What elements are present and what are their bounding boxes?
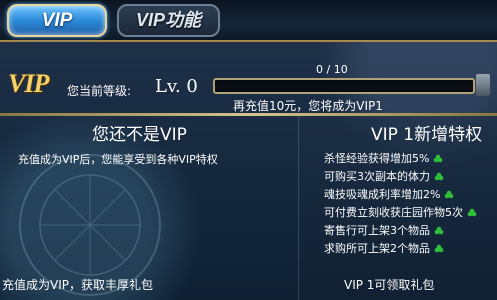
green-clover-icon <box>467 208 477 217</box>
level-label: 您当前等级: <box>67 84 132 98</box>
green-clover-icon <box>434 226 444 235</box>
green-clover-icon <box>434 154 443 163</box>
vip-logo: VIP <box>8 69 49 98</box>
perk-item: 寄售行可上架3个物品 <box>324 222 477 240</box>
perk-list: 杀怪经验获得增加5% 可购买3次副本的体力 魂技吸魂成利率增加2% 可付费立刻收… <box>324 150 477 258</box>
vip1-gift-link[interactable]: VIP 1可领取礼包 <box>344 276 434 293</box>
green-clover-icon <box>434 244 444 253</box>
recharge-gift-link[interactable]: 充值成为VIP，获取丰厚礼包 <box>2 276 153 293</box>
tab-vip-functions[interactable]: VIP功能 <box>117 4 220 37</box>
green-clover-icon <box>434 172 444 181</box>
perk-item: 可购买3次副本的体力 <box>324 168 477 186</box>
perk-item: 求购所可上架2个物品 <box>324 240 477 258</box>
progress-text: 0 / 10 <box>316 63 348 76</box>
recharge-hint: 再充值10元，您将成为VIP1 <box>233 99 383 113</box>
vip1-perks-title: VIP 1新增特权 <box>371 125 483 145</box>
vip-progress-bar <box>213 78 475 94</box>
non-vip-description: 充值成为VIP后，您能享受到各种VIP特权 <box>18 153 218 166</box>
perk-item: 魂技吸魂成利率增加2% <box>324 186 477 204</box>
perk-item: 可付费立刻收获庄园作物5次 <box>324 204 477 222</box>
level-value: Lv. 0 <box>155 76 198 97</box>
non-vip-title: 您还不是VIP <box>92 125 187 145</box>
tab-bar: VIP VIP功能 <box>0 0 497 42</box>
progress-bar-end-icon <box>476 74 490 96</box>
tab-vip[interactable]: VIP <box>7 4 107 37</box>
perk-item: 杀怪经验获得增加5% <box>324 150 477 168</box>
green-clover-icon <box>445 190 454 199</box>
